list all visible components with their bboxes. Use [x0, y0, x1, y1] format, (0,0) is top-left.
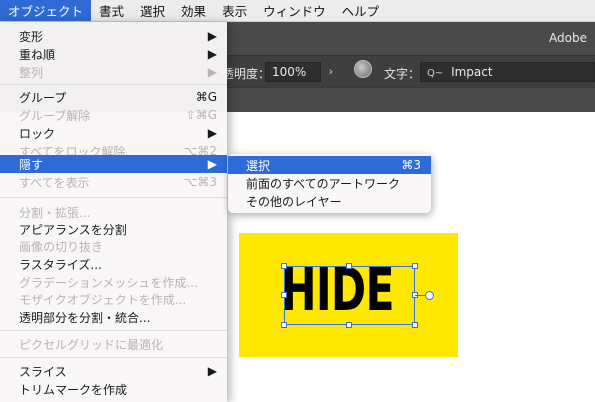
- menu-item-slice[interactable]: スライス ▶: [0, 362, 227, 380]
- menu-item-hide[interactable]: 隠す ▶: [0, 155, 227, 173]
- menu-item-label: グループ解除: [19, 108, 91, 123]
- recolor-globe-icon[interactable]: [354, 60, 372, 78]
- menu-item-label: 変形: [19, 29, 44, 44]
- menu-item-label: ピクセルグリッドに最適化: [19, 337, 164, 352]
- menu-item-make-pixel-perfect: ピクセルグリッドに最適化: [0, 335, 227, 353]
- menu-item-lock[interactable]: ロック ▶: [0, 124, 227, 142]
- submenu-item-all-artwork-above[interactable]: 前面のすべてのアートワーク: [228, 174, 431, 192]
- menu-item-label: モザイクオブジェクトを作成...: [19, 292, 187, 307]
- menu-separator: [0, 197, 227, 198]
- menu-bar: オブジェクト 書式 選択 効果 表示 ウィンドウ ヘルプ: [0, 0, 595, 22]
- menu-item-create-gradient-mesh: グラデーションメッシュを作成...: [0, 273, 227, 291]
- menu-item-label: 重ね順: [19, 47, 56, 62]
- menu-separator: [0, 357, 227, 358]
- menu-item-transform[interactable]: 変形 ▶: [0, 27, 227, 45]
- selection-bounding-box[interactable]: [284, 266, 415, 325]
- submenu-arrow-icon: ▶: [207, 364, 217, 378]
- menu-item-shortcut: ⇧⌘G: [185, 108, 217, 122]
- selection-handle-middle-left[interactable]: [281, 292, 287, 298]
- menu-view[interactable]: 表示: [214, 0, 255, 21]
- menu-item-label: 整列: [19, 65, 44, 80]
- submenu-arrow-icon: ▶: [207, 29, 217, 43]
- menu-item-label: 分割・拡張...: [19, 205, 91, 220]
- opacity-arrow-button[interactable]: ›: [322, 62, 340, 82]
- menu-item-label: ラスタライズ...: [19, 257, 102, 272]
- selection-handle-top-center[interactable]: [346, 263, 352, 269]
- opacity-label: 透明度：: [222, 67, 271, 81]
- search-icon: Q~: [427, 68, 444, 79]
- submenu-item-label: 前面のすべてのアートワーク: [246, 176, 400, 191]
- font-name: Impact: [451, 65, 493, 79]
- selection-handle-top-right[interactable]: [412, 263, 418, 269]
- menu-item-label: グループ: [19, 90, 67, 105]
- menu-item-shortcut: ⌘G: [195, 90, 217, 104]
- menu-item-label: トリムマークを作成: [19, 382, 128, 397]
- app-title: Adobe: [549, 31, 587, 45]
- menu-select[interactable]: 選択: [132, 0, 173, 21]
- selection-handle-bottom-right[interactable]: [412, 322, 418, 328]
- menu-type[interactable]: 書式: [91, 0, 132, 21]
- menu-item-label: スライス: [19, 364, 67, 379]
- menu-item-label: 透明部分を分割・統合...: [19, 310, 151, 325]
- submenu-arrow-icon: ▶: [207, 47, 217, 61]
- hide-submenu: 選択 ⌘3 前面のすべてのアートワーク その他のレイヤー: [228, 154, 431, 213]
- selection-handle-bottom-left[interactable]: [281, 322, 287, 328]
- menu-item-show-all: すべてを表示 ⌥⌘3: [0, 173, 227, 191]
- submenu-item-other-layers[interactable]: その他のレイヤー: [228, 192, 431, 210]
- menu-item-arrange[interactable]: 重ね順 ▶: [0, 45, 227, 63]
- opacity-field[interactable]: 100%: [265, 62, 321, 82]
- selection-handle-bottom-center[interactable]: [346, 322, 352, 328]
- menu-separator: [0, 84, 227, 85]
- menu-item-label: ロック: [19, 126, 56, 141]
- menu-item-create-trim-marks[interactable]: トリムマークを作成: [0, 380, 227, 398]
- rotation-handle[interactable]: [425, 291, 434, 300]
- menu-separator: [0, 330, 227, 331]
- object-menu: 変形 ▶ 重ね順 ▶ 整列 ▶ グループ ⌘G グループ解除 ⇧⌘G ロック ▶…: [0, 22, 227, 402]
- menu-item-ungroup: グループ解除 ⇧⌘G: [0, 106, 227, 124]
- menu-item-label: 隠す: [19, 157, 44, 172]
- selection-handle-top-left[interactable]: [281, 263, 287, 269]
- submenu-item-label: 選択: [246, 158, 271, 173]
- menu-item-flatten-transparency[interactable]: 透明部分を分割・統合...: [0, 308, 227, 326]
- menu-object[interactable]: オブジェクト: [0, 0, 92, 21]
- font-field[interactable]: Q~ Impact: [420, 62, 595, 82]
- menu-item-shortcut: ⌥⌘3: [183, 175, 217, 189]
- menu-item-label: すべてを表示: [19, 175, 90, 190]
- submenu-arrow-icon: ▶: [207, 157, 217, 171]
- menu-item-label: 画像の切り抜き: [19, 239, 104, 254]
- menu-effect[interactable]: 効果: [173, 0, 214, 21]
- submenu-item-selection[interactable]: 選択 ⌘3: [228, 156, 431, 174]
- menu-item-expand: 分割・拡張...: [0, 203, 227, 221]
- character-label: 文字：: [384, 67, 421, 81]
- menu-item-label: アピアランスを分割: [19, 222, 127, 237]
- menu-help[interactable]: ヘルプ: [334, 0, 388, 21]
- menu-item-rasterize[interactable]: ラスタライズ...: [0, 255, 227, 273]
- menu-item-align: 整列 ▶: [0, 63, 227, 81]
- submenu-arrow-icon: ▶: [207, 126, 217, 140]
- submenu-item-shortcut: ⌘3: [401, 158, 421, 172]
- menu-item-group[interactable]: グループ ⌘G: [0, 88, 227, 106]
- menu-item-expand-appearance[interactable]: アピアランスを分割: [0, 220, 227, 238]
- menu-item-crop-image: 画像の切り抜き: [0, 237, 227, 255]
- submenu-item-label: その他のレイヤー: [246, 194, 342, 209]
- menu-item-create-object-mosaic: モザイクオブジェクトを作成...: [0, 290, 227, 308]
- submenu-arrow-icon: ▶: [207, 65, 217, 79]
- menu-item-label: グラデーションメッシュを作成...: [19, 275, 198, 290]
- menu-window[interactable]: ウィンドウ: [255, 0, 334, 21]
